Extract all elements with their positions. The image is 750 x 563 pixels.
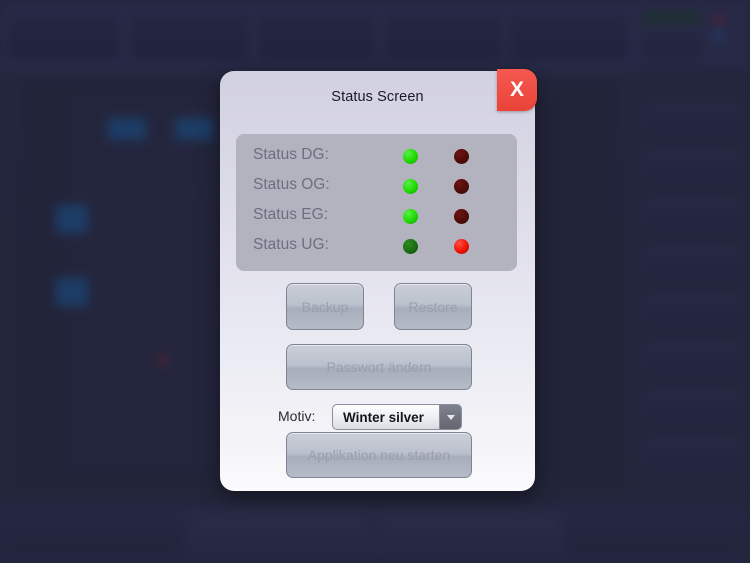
- status-row-label: Status OG:: [253, 176, 330, 193]
- restore-button[interactable]: Restore: [394, 283, 472, 330]
- close-icon[interactable]: X: [497, 69, 537, 111]
- status-row: Status OG:: [236, 172, 517, 202]
- theme-selected-value: Winter silver: [343, 410, 424, 425]
- status-row: Status DG:: [236, 142, 517, 172]
- status-row: Status EG:: [236, 202, 517, 232]
- status-led-red: [454, 179, 469, 194]
- backup-button[interactable]: Backup: [286, 283, 364, 330]
- chevron-down-icon[interactable]: [439, 405, 461, 429]
- status-row-label: Status UG:: [253, 236, 329, 253]
- screen-root: Status Screen X Status DG: Status OG: Stat…: [0, 0, 750, 563]
- status-row-label: Status DG:: [253, 146, 329, 163]
- status-row-label: Status EG:: [253, 206, 328, 223]
- status-led-red: [454, 149, 469, 164]
- theme-selector-row: Motiv: Winter silver: [278, 404, 478, 430]
- restart-application-button[interactable]: Applikation neu starten: [286, 432, 472, 478]
- status-row: Status UG:: [236, 232, 517, 262]
- theme-select[interactable]: Winter silver: [332, 404, 462, 430]
- status-led-green: [403, 149, 418, 164]
- status-screen-dialog: Status Screen X Status DG: Status OG: Stat…: [220, 69, 537, 491]
- status-led-green: [403, 209, 418, 224]
- status-led-red: [454, 239, 469, 254]
- status-led-red: [454, 209, 469, 224]
- theme-label: Motiv:: [278, 408, 316, 424]
- status-row-list: Status DG: Status OG: Status EG: Status UG:: [236, 134, 517, 271]
- page-title: Status Screen: [331, 89, 424, 105]
- status-led-green: [403, 239, 418, 254]
- change-password-button[interactable]: Passwort ändern: [286, 344, 472, 390]
- status-led-green: [403, 179, 418, 194]
